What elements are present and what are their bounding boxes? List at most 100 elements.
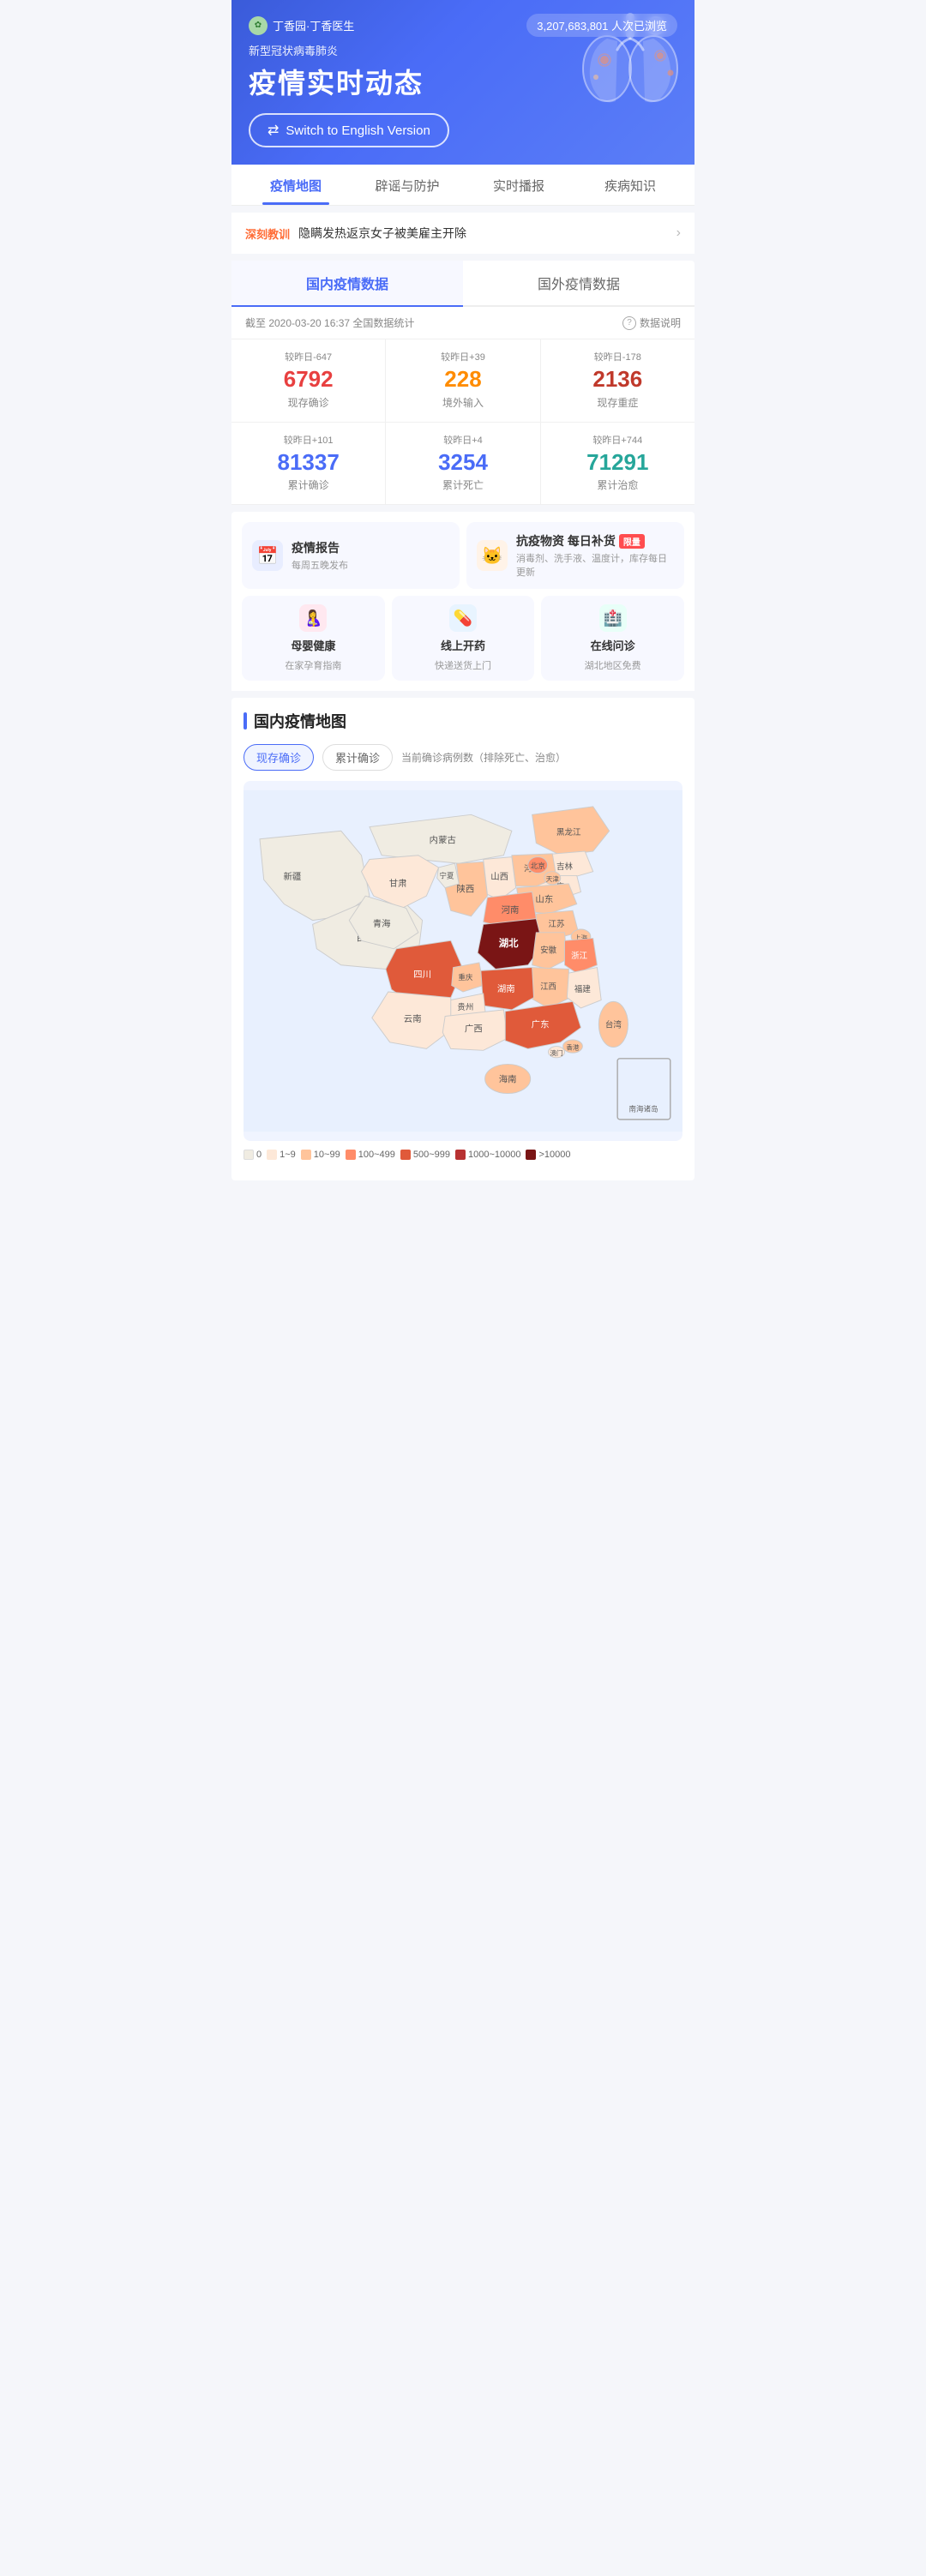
stat-delta-5: 较昨日+744: [550, 433, 686, 447]
stat-delta-1: 较昨日+39: [394, 350, 531, 363]
help-icon: ?: [622, 316, 636, 330]
tab-epidemic-map[interactable]: 疫情地图: [240, 165, 352, 205]
filter-active-confirmed[interactable]: 现存确诊: [244, 744, 314, 771]
stat-delta-0: 较昨日-647: [240, 350, 376, 363]
brand-logo: ✿ 丁香园·丁香医生: [249, 16, 354, 35]
news-arrow-icon: ›: [676, 225, 681, 241]
map-filter-row: 现存确诊 累计确诊 当前确诊病例数（排除死亡、治愈）: [244, 744, 682, 771]
header-top-row: ✿ 丁香园·丁香医生 3,207,683,801 人次已浏览: [249, 14, 677, 37]
stat-number-0: 6792: [240, 367, 376, 392]
legend-dot-6: [526, 1150, 536, 1160]
data-timestamp: 截至 2020-03-20 16:37 全国数据统计 ? 数据说明: [232, 307, 694, 339]
service-desc-maternal: 在家孕育指南: [285, 658, 341, 672]
brand-logo-icon: ✿: [249, 16, 268, 35]
tab-rumor-protection[interactable]: 辟谣与防护: [352, 165, 463, 205]
stat-total-confirmed: 较昨日+101 81337 累计确诊: [232, 423, 385, 505]
tab-domestic-data[interactable]: 国内疫情数据: [232, 261, 463, 307]
svg-text:山东: 山东: [535, 894, 553, 905]
service-title-maternal: 母婴健康: [291, 637, 335, 653]
svg-text:河南: 河南: [502, 904, 520, 916]
stat-total-recovered: 较昨日+744 71291 累计治愈: [541, 423, 694, 505]
map-section-title: 国内疫情地图: [244, 710, 682, 732]
tab-overseas-data[interactable]: 国外疫情数据: [463, 261, 694, 307]
svg-text:江苏: 江苏: [549, 919, 565, 929]
svg-text:福建: 福建: [574, 984, 591, 994]
service-online-pharmacy[interactable]: 💊 线上开药 快递送货上门: [392, 596, 535, 681]
stat-delta-3: 较昨日+101: [240, 433, 376, 447]
service-badge-limited: 限量: [619, 534, 645, 549]
legend-1: 1~9: [267, 1150, 296, 1160]
legend-5: 1000~10000: [455, 1150, 520, 1160]
service-supplies[interactable]: 🐱 抗疫物资 每日补货 限量 消毒剂、洗手液、温度计，库存每日更新: [466, 522, 684, 589]
service-desc-report: 每周五晚发布: [292, 558, 348, 572]
svg-text:甘肃: 甘肃: [389, 878, 407, 889]
svg-text:广东: 广东: [532, 1019, 550, 1030]
svg-text:香港: 香港: [566, 1043, 580, 1052]
legend-0: 0: [244, 1150, 262, 1160]
service-title-report: 疫情报告: [292, 539, 348, 556]
stat-imported: 较昨日+39 228 境外输入: [386, 339, 539, 422]
service-icon-maternal: 🤱: [299, 604, 327, 632]
china-map-svg: 新疆 西藏 内蒙古 黑龙江 吉林 辽宁 甘肃 青海 宁夏: [244, 781, 682, 1141]
service-icon-supplies: 🐱: [477, 540, 508, 571]
legend-2: 10~99: [301, 1150, 340, 1160]
tab-disease-knowledge[interactable]: 疾病知识: [574, 165, 686, 205]
svg-text:新疆: 新疆: [283, 871, 301, 882]
map-section: 国内疫情地图 现存确诊 累计确诊 当前确诊病例数（排除死亡、治愈） 新疆 西藏 …: [232, 698, 694, 1180]
stat-label-2: 现存重症: [550, 395, 686, 410]
svg-text:贵州: 贵州: [457, 1002, 473, 1012]
switch-language-button[interactable]: ⇄ Switch to English Version: [249, 113, 449, 147]
svg-text:宁夏: 宁夏: [440, 871, 455, 880]
legend-dot-3: [346, 1150, 356, 1160]
svg-text:浙江: 浙江: [571, 951, 587, 961]
svg-text:广西: 广西: [465, 1024, 483, 1035]
switch-icon: ⇄: [268, 122, 279, 139]
svg-text:山西: 山西: [490, 872, 508, 882]
stats-grid: 较昨日-647 6792 现存确诊 较昨日+39 228 境外输入 较昨日-17…: [232, 339, 694, 505]
svg-text:南海诸岛: 南海诸岛: [628, 1105, 658, 1114]
china-map-container: 新疆 西藏 内蒙古 黑龙江 吉林 辽宁 甘肃 青海 宁夏: [244, 781, 682, 1141]
legend-dot-0: [244, 1150, 254, 1160]
stat-number-1: 228: [394, 367, 531, 392]
stat-number-2: 2136: [550, 367, 686, 392]
stat-label-4: 累计死亡: [394, 477, 531, 492]
service-icon-consultation: 🏥: [599, 604, 627, 632]
section-title-bar: [244, 712, 247, 730]
filter-total-confirmed[interactable]: 累计确诊: [322, 744, 393, 771]
map-filter-desc: 当前确诊病例数（排除死亡、治愈）: [401, 750, 566, 765]
stat-severe: 较昨日-178 2136 现存重症: [541, 339, 694, 422]
svg-text:青海: 青海: [373, 918, 391, 929]
svg-text:澳门: 澳门: [550, 1048, 562, 1057]
service-title-supplies: 抗疫物资 每日补货 限量: [516, 532, 674, 549]
stat-delta-2: 较昨日-178: [550, 350, 686, 363]
svg-text:陕西: 陕西: [456, 884, 474, 895]
map-legend: 0 1~9 10~99 100~499 500~999 1000~10000 >…: [244, 1141, 682, 1168]
services-top: 📅 疫情报告 每周五晚发布 🐱 抗疫物资 每日补货 限量 消毒剂、洗手液、温度计…: [232, 512, 694, 589]
tab-realtime[interactable]: 实时播报: [463, 165, 574, 205]
svg-text:吉林: 吉林: [556, 862, 573, 872]
service-online-consultation[interactable]: 🏥 在线问诊 湖北地区免费: [541, 596, 684, 681]
stat-label-3: 累计确诊: [240, 477, 376, 492]
legend-4: 500~999: [400, 1150, 450, 1160]
service-maternal-health[interactable]: 🤱 母婴健康 在家孕育指南: [242, 596, 385, 681]
data-tabs: 国内疫情数据 国外疫情数据: [232, 261, 694, 307]
service-desc-consultation: 湖北地区免费: [585, 658, 641, 672]
svg-text:台湾: 台湾: [605, 1020, 622, 1030]
stat-label-0: 现存确诊: [240, 395, 376, 410]
svg-text:北京: 北京: [531, 862, 545, 870]
legend-dot-1: [267, 1150, 277, 1160]
svg-text:重庆: 重庆: [458, 973, 473, 982]
legend-dot-4: [400, 1150, 411, 1160]
svg-text:安徽: 安徽: [540, 946, 556, 956]
stat-label-5: 累计治愈: [550, 477, 686, 492]
legend-6: >10000: [526, 1150, 570, 1160]
stat-active-confirmed: 较昨日-647 6792 现存确诊: [232, 339, 385, 422]
data-help[interactable]: ? 数据说明: [622, 315, 681, 330]
service-epidemic-report[interactable]: 📅 疫情报告 每周五晚发布: [242, 522, 460, 589]
services-bottom: 🤱 母婴健康 在家孕育指南 💊 线上开药 快递送货上门 🏥 在线问诊 湖北地区免…: [232, 589, 694, 691]
svg-text:四川: 四川: [413, 970, 431, 980]
svg-text:黑龙江: 黑龙江: [556, 827, 581, 838]
view-count: 3,207,683,801 人次已浏览: [526, 14, 677, 37]
news-bar[interactable]: 深刻教训 隐瞒发热返京女子被美雇主开除 ›: [232, 213, 694, 254]
header-banner: ✿ 丁香园·丁香医生 3,207,683,801 人次已浏览 新型冠状病毒肺炎 …: [232, 0, 694, 165]
